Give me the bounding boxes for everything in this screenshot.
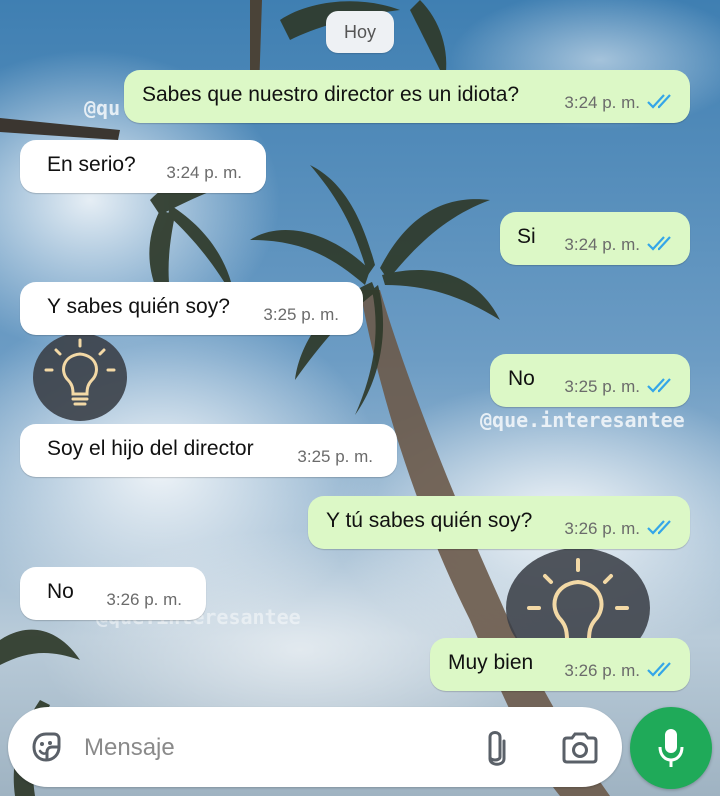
message-text: No bbox=[47, 580, 74, 603]
lightbulb-logo bbox=[33, 333, 127, 421]
date-separator: Hoy bbox=[326, 11, 394, 53]
message-time: 3:24 p. m. bbox=[564, 93, 640, 112]
message-bubble-incoming[interactable]: En serio? 3:24 p. m. bbox=[20, 140, 266, 193]
message-bubble-outgoing[interactable]: No 3:25 p. m. bbox=[490, 354, 690, 407]
message-text: Soy el hijo del director bbox=[47, 437, 254, 460]
paperclip-icon[interactable] bbox=[482, 729, 508, 767]
message-text: No bbox=[508, 367, 535, 390]
read-ticks-icon bbox=[647, 94, 671, 109]
message-time: 3:26 p. m. bbox=[564, 519, 640, 538]
read-ticks-icon bbox=[647, 520, 671, 535]
watermark-top: @qu bbox=[84, 96, 121, 120]
message-bubble-incoming[interactable]: Soy el hijo del director 3:25 p. m. bbox=[20, 424, 397, 477]
message-text: Si bbox=[517, 225, 536, 248]
message-text: Y tú sabes quién soy? bbox=[326, 509, 533, 532]
watermark-middle: @que.interesantee bbox=[480, 408, 685, 432]
message-bubble-outgoing[interactable]: Muy bien 3:26 p. m. bbox=[430, 638, 690, 691]
message-time: 3:25 p. m. bbox=[297, 447, 373, 466]
message-time: 3:25 p. m. bbox=[564, 377, 640, 396]
voice-record-button[interactable] bbox=[630, 707, 712, 789]
message-bubble-incoming[interactable]: No 3:26 p. m. bbox=[20, 567, 206, 620]
message-composer[interactable]: Mensaje bbox=[8, 707, 622, 787]
camera-icon[interactable] bbox=[560, 731, 600, 765]
message-bubble-outgoing[interactable]: Si 3:24 p. m. bbox=[500, 212, 690, 265]
message-bubble-incoming[interactable]: Y sabes quién soy? 3:25 p. m. bbox=[20, 282, 363, 335]
message-text: Sabes que nuestro director es un idiota? bbox=[142, 83, 520, 106]
message-bubble-outgoing[interactable]: Y tú sabes quién soy? 3:26 p. m. bbox=[308, 496, 690, 549]
message-text: En serio? bbox=[47, 153, 136, 176]
read-ticks-icon bbox=[647, 662, 671, 677]
message-time: 3:24 p. m. bbox=[166, 163, 242, 182]
message-time: 3:26 p. m. bbox=[106, 590, 182, 609]
message-bubble-outgoing[interactable]: Sabes que nuestro director es un idiota?… bbox=[124, 70, 690, 123]
message-time: 3:25 p. m. bbox=[263, 305, 339, 324]
microphone-icon bbox=[658, 729, 684, 767]
message-text: Y sabes quién soy? bbox=[47, 295, 230, 318]
sticker-icon[interactable] bbox=[28, 729, 64, 765]
message-time: 3:24 p. m. bbox=[564, 235, 640, 254]
read-ticks-icon bbox=[647, 236, 671, 251]
message-time: 3:26 p. m. bbox=[564, 661, 640, 680]
message-input[interactable]: Mensaje bbox=[84, 734, 175, 762]
message-text: Muy bien bbox=[448, 651, 534, 674]
read-ticks-icon bbox=[647, 378, 671, 393]
